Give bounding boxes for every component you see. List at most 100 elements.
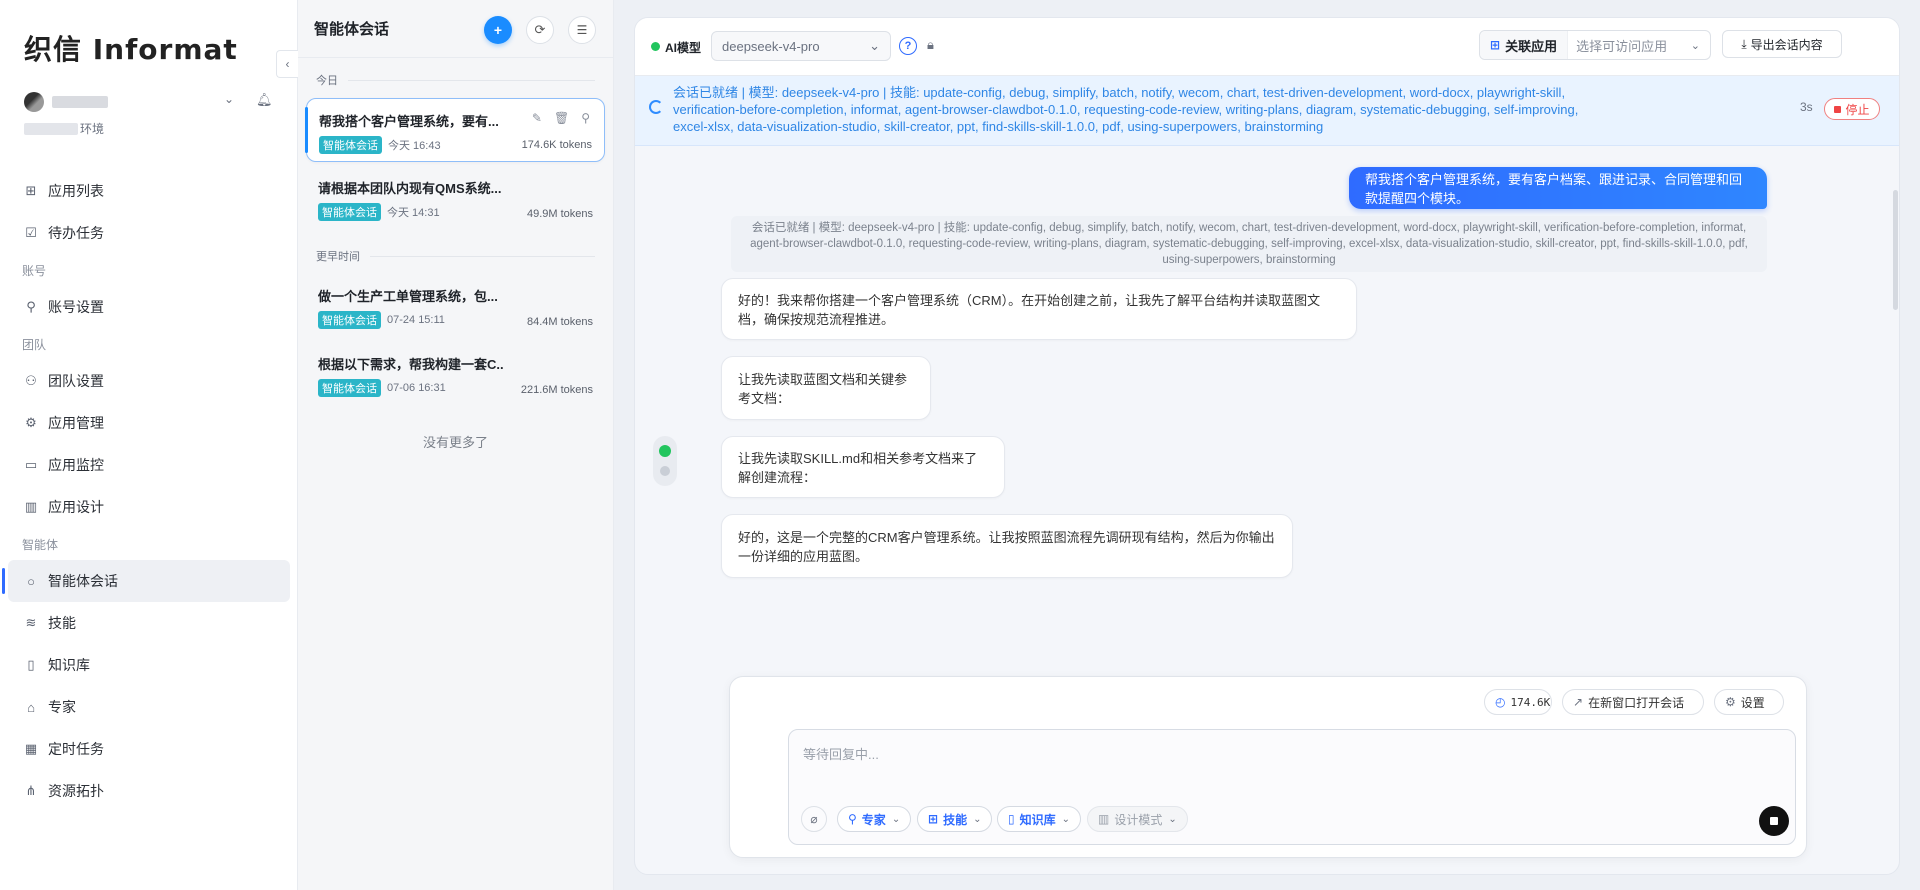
lock-icon[interactable]: 🔒︎ (927, 37, 934, 53)
new-conversation-button[interactable]: + (484, 16, 512, 44)
nav-item-label: 应用设计 (48, 499, 104, 515)
grid-icon: ⊞ (25, 183, 37, 198)
nav-group-agent: 智能体 (22, 537, 59, 552)
nav-item-app-design[interactable]: ▥ 应用设计 (8, 486, 290, 528)
refresh-button[interactable]: ⟳ (526, 16, 554, 44)
clock-icon: ◴ (1495, 695, 1506, 709)
help-icon[interactable]: ? (899, 37, 917, 55)
pin-icon[interactable]: ⚲ (581, 111, 590, 125)
nav-item-label: 应用监控 (48, 457, 104, 473)
user-name-redacted (52, 96, 108, 108)
nav-group-team: 团队 (22, 337, 47, 352)
nav-item-experts[interactable]: ⌂ 专家 (8, 686, 290, 728)
model-select[interactable]: deepseek-v4-pro ⌄ (711, 31, 891, 61)
trash-icon[interactable]: 🗑︎ (554, 111, 569, 125)
conversation-item[interactable]: 根据以下需求，帮我构建一套C... 智能体会话 07-06 16:31 221.… (306, 342, 605, 406)
ai-model-label: AI模型 (665, 41, 702, 55)
nav-item-app-management[interactable]: ⚙ 应用管理 (8, 402, 290, 444)
user-icon: ⚲ (848, 812, 857, 826)
loading-spinner-icon (649, 100, 663, 114)
nav-item-label: 应用列表 (48, 183, 104, 199)
expert-button[interactable]: ⚲ 专家 ⌄ (837, 806, 912, 832)
user-menu[interactable]: ⌄ 🔔︎ (24, 92, 274, 112)
nav-item-team-settings[interactable]: ⚇ 团队设置 (8, 360, 290, 402)
attach-button[interactable]: ⌀ (801, 806, 827, 832)
stop-generation-button[interactable] (1759, 806, 1789, 836)
apps-icon: ⊞ (1490, 38, 1501, 52)
link-app-label: 关联应用 (1505, 38, 1558, 54)
message-input[interactable]: 等待回复中... ⌀ ⚲ 专家 ⌄ ⊞ 技能 ⌄ ▯ 知识库 ⌄ ▥ 设计模式 … (788, 729, 1796, 845)
nav-item-skills[interactable]: ≋ 技能 (8, 602, 290, 644)
navigator-dot[interactable] (660, 466, 670, 476)
nav-item-label: 待办任务 (48, 225, 104, 241)
chevron-down-icon[interactable]: ⌄ (224, 92, 234, 106)
chevron-left-icon: ‹ (285, 57, 290, 71)
export-conversation-button[interactable]: ⤓ 导出会话内容 (1722, 30, 1842, 58)
nav-group-account: 账号 (22, 263, 47, 278)
chevron-down-icon: ⌄ (1168, 813, 1177, 825)
plus-icon: + (493, 22, 503, 38)
design-mode-button[interactable]: ▥ 设计模式 ⌄ (1087, 806, 1188, 832)
message-navigator[interactable] (653, 436, 677, 486)
nav-item-label: 智能体会话 (48, 573, 118, 589)
conversation-item[interactable]: 请根据本团队内现有QMS系统... 智能体会话 今天 14:31 49.9M t… (306, 166, 605, 230)
nav-item-app-monitor[interactable]: ▭ 应用监控 (8, 444, 290, 486)
chat-scrollbar[interactable] (1893, 190, 1898, 310)
nav-item-label: 账号设置 (48, 299, 104, 315)
nav-item-label: 技能 (48, 615, 76, 631)
bell-icon[interactable]: 🔔︎ (256, 92, 273, 108)
chat-messages: 帮我搭个客户管理系统，要有客户档案、跟进记录、合同管理和回款提醒四个模块。 会话… (635, 146, 1899, 694)
link-app-select[interactable]: ⊞ 关联应用 选择可访问应用 ⌄ (1479, 30, 1711, 60)
skills-button[interactable]: ⊞ 技能 ⌄ (917, 806, 993, 832)
conversation-item[interactable]: 做一个生产工单管理系统，包... 智能体会话 07-24 15:11 84.4M… (306, 274, 605, 338)
stop-button[interactable]: 停止 (1824, 98, 1880, 120)
user-message-bubble: 帮我搭个客户管理系统，要有客户档案、跟进记录、合同管理和回款提醒四个模块。 (1349, 167, 1767, 209)
assistant-message-text: 让我先读取SKILL.md和相关参考文档来了解创建流程： (738, 451, 978, 485)
skills-label: 技能 (943, 812, 968, 827)
paperclip-icon: ⌀ (810, 812, 818, 826)
user-icon: ⚲ (26, 299, 36, 314)
conversation-tokens: 49.9M tokens (526, 208, 593, 220)
navigator-dot-active[interactable] (659, 445, 671, 457)
collapse-sidebar-button[interactable]: ‹ (276, 50, 298, 78)
settings-button[interactable]: ⚙ 设置 (1714, 689, 1784, 715)
nav-item-agent-chat[interactable]: ○ 智能体会话 (2, 560, 290, 602)
nav-item-resource-topology[interactable]: ⋔ 资源拓扑 (8, 770, 290, 812)
left-sidebar: 织信 Informat ‹ ⌄ 🔔︎ 环境 ⊞ 应用列表 ☑ 待办任务 账号 ⚲ 账号… (0, 0, 298, 890)
external-link-icon: ↗ (1573, 695, 1584, 709)
conversation-actions: ✎ 🗑︎ ⚲ (532, 111, 590, 125)
assistant-message-bubble: 让我先读取SKILL.md和相关参考文档来了解创建流程： (721, 436, 1005, 498)
chevron-down-icon: ⌄ (1690, 39, 1700, 52)
brand-logo: 织信 Informat (24, 33, 238, 66)
environment-label: 环境 (24, 120, 104, 137)
knowledge-base-button[interactable]: ▯ 知识库 ⌄ (997, 806, 1082, 832)
settings-label: 设置 (1740, 695, 1765, 710)
nav-item-app-list[interactable]: ⊞ 应用列表 (8, 170, 290, 212)
list-toggle-button[interactable]: ☰ (568, 16, 596, 44)
assistant-message-text: 好的，这是一个完整的CRM客户管理系统。让我按照蓝图流程先调研现有结构，然后为你… (738, 530, 1275, 564)
nav-item-scheduled-tasks[interactable]: ▦ 定时任务 (8, 728, 290, 770)
conversation-tag: 智能体会话 (318, 311, 381, 329)
nav-item-todo[interactable]: ☑ 待办任务 (8, 212, 290, 254)
stop-square-icon (1834, 105, 1842, 113)
conversation-tag: 智能体会话 (318, 379, 381, 397)
nav-item-label: 应用管理 (48, 415, 104, 431)
conversation-title: 帮我搭个客户管理系统，要有... (319, 114, 499, 129)
session-status-banner: 会话已就绪 | 模型: deepseek-v4-pro | 技能: update… (635, 76, 1899, 146)
edit-icon[interactable]: ✎ (532, 111, 542, 125)
model-select-value: deepseek-v4-pro (722, 38, 820, 54)
download-icon: ⤓ (1741, 36, 1747, 51)
team-icon: ⚇ (25, 373, 37, 388)
open-in-new-window-button[interactable]: ↗ 在新窗口打开会话 (1562, 689, 1704, 715)
refresh-icon: ⟳ (534, 22, 546, 37)
nav-item-knowledge-base[interactable]: ▯ 知识库 (8, 644, 290, 686)
conversation-item[interactable]: 帮我搭个客户管理系统，要有... ✎ 🗑︎ ⚲ 智能体会话 今天 16:43 1… (305, 98, 605, 162)
expert-label: 专家 (861, 812, 886, 827)
model-status-dot (651, 42, 660, 51)
avatar (24, 92, 44, 112)
conversation-tokens: 84.4M tokens (526, 316, 593, 328)
stop-icon (1770, 817, 1778, 825)
group-label-earlier: 更早时间 (298, 234, 613, 270)
nav-item-account-settings[interactable]: ⚲ 账号设置 (8, 286, 290, 328)
gear-icon: ⚙ (1725, 695, 1736, 709)
